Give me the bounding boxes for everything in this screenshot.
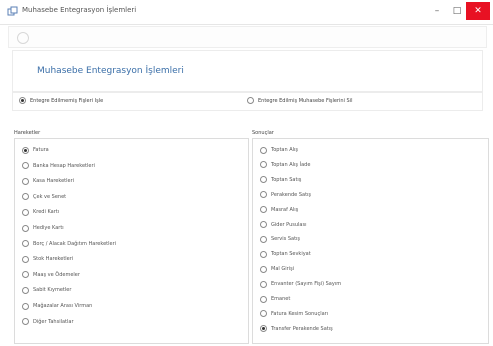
sonuclar-item[interactable]: Masraf Alış	[260, 204, 298, 216]
options-panel: Entegre Edilmemiş Fişleri Işle Entegre E…	[12, 92, 483, 111]
hareketler-item-radio[interactable]	[22, 240, 29, 248]
hareketler-item-radio[interactable]	[22, 271, 29, 279]
hareketler-item-label: Diğer Tahsilatlar	[33, 318, 74, 325]
hareketler-item[interactable]: Mağazalar Arası Virman	[22, 300, 92, 312]
hareketler-item-radio[interactable]	[22, 224, 29, 232]
sonuclar-item-label: Toptan Sevkiyat	[271, 251, 311, 258]
sonuclar-item[interactable]: Envanter (Sayım Fişi) Sayım	[260, 278, 341, 290]
hareketler-item-radio[interactable]	[22, 146, 29, 154]
hareketler-item[interactable]: Maaş ve Ödemeler	[22, 269, 80, 281]
sonuclar-item-label: Servis Satış	[271, 236, 301, 243]
hareketler-item[interactable]: Kasa Hareketleri	[22, 175, 74, 187]
sonuclar-item[interactable]: Toptan Sevkiyat	[260, 248, 311, 260]
sonuclar-item[interactable]: Fatura Kesim Sonuçları	[260, 308, 328, 320]
hareketler-item-radio[interactable]	[22, 302, 29, 310]
minimize-button[interactable]: –	[426, 2, 448, 20]
sonuclar-item[interactable]: Toptan Satış	[260, 174, 301, 186]
hareketler-list: Fatura Banka Hesap Hareketleri Kasa Hareke…	[14, 138, 249, 344]
sonuclar-item-radio[interactable]	[260, 191, 267, 199]
sonuclar-item-radio[interactable]	[260, 265, 267, 273]
sonuclar-item[interactable]: Perakende Satış	[260, 189, 311, 201]
sonuclar-item-radio[interactable]	[260, 250, 267, 258]
hareketler-item-label: Kasa Hareketleri	[33, 178, 75, 185]
hareketler-item[interactable]: Kredi Kartı	[22, 206, 59, 218]
maximize-button[interactable]: □	[446, 2, 468, 20]
sonuclar-item-label: Toptan Alış İade	[271, 161, 311, 168]
hareketler-item-label: Borç / Alacak Dağıtım Hareketleri	[33, 240, 117, 247]
hareketler-item-label: Çek ve Senet	[33, 193, 67, 200]
sonuclar-item-label: Toptan Alış	[271, 147, 299, 153]
section-label-hareketler: Hareketler	[14, 130, 41, 136]
app-icon	[7, 6, 18, 16]
hareketler-item-radio[interactable]	[22, 193, 29, 201]
toolbar	[8, 26, 487, 48]
sonuclar-item-label: Perakende Satış	[271, 191, 312, 198]
option-process-unposted[interactable]: Entegre Edilmemiş Fişleri Işle	[19, 97, 103, 104]
option-process-unposted-radio[interactable]	[19, 97, 26, 104]
sonuclar-item-radio[interactable]	[260, 146, 267, 154]
sonuclar-item[interactable]: Transfer Perakende Satış	[260, 323, 333, 335]
hareketler-item[interactable]: Stok Hareketleri	[22, 253, 73, 265]
close-button[interactable]: ✕	[466, 2, 490, 20]
sonuclar-list: Toptan Alış Toptan Alış İade Toptan Satış P…	[252, 138, 489, 344]
sonuclar-item[interactable]: Toptan Alış	[260, 144, 298, 156]
sonuclar-item-radio[interactable]	[260, 221, 267, 228]
sonuclar-item-label: Mal Girişi	[271, 266, 295, 273]
section-label-sonuclar: Sonuçlar	[252, 130, 274, 136]
sonuclar-item-label: Masraf Alış	[271, 206, 299, 213]
option-delete-posted[interactable]: Entegre Edilmiş Muhasebe Fişlerini Sil	[247, 97, 352, 104]
sonuclar-item[interactable]: Gider Pusulası	[260, 219, 306, 231]
hareketler-item-radio[interactable]	[22, 208, 29, 216]
hareketler-item[interactable]: Borç / Alacak Dağıtım Hareketleri	[22, 238, 116, 250]
hareketler-item-label: Banka Hesap Hareketleri	[33, 162, 95, 169]
option-delete-posted-radio[interactable]	[247, 97, 254, 104]
sonuclar-item[interactable]: Emanet	[260, 293, 290, 305]
refresh-icon[interactable]	[17, 32, 29, 44]
hareketler-item[interactable]: Diğer Tahsilatlar	[22, 316, 74, 328]
sonuclar-item-radio[interactable]	[260, 176, 267, 184]
option-process-unposted-label: Entegre Edilmemiş Fişleri Işle	[30, 97, 104, 104]
window-title: Muhasebe Entegrasyon İşlemleri	[22, 6, 137, 14]
sonuclar-item-label: Toptan Satış	[271, 176, 302, 183]
hareketler-item[interactable]: Çek ve Senet	[22, 191, 66, 203]
sonuclar-item-label: Transfer Perakende Satış	[271, 325, 333, 332]
hareketler-item-label: Hediye Kartı	[33, 225, 64, 231]
hareketler-item[interactable]: Banka Hesap Hareketleri	[22, 160, 95, 172]
hareketler-item[interactable]: Sabit Kıymetler	[22, 284, 71, 296]
hareketler-item-label: Kredi Kartı	[33, 209, 60, 216]
sonuclar-item-radio[interactable]	[260, 206, 267, 214]
sonuclar-item[interactable]: Servis Satış	[260, 233, 300, 245]
sonuclar-item-label: Envanter (Sayım Fişi) Sayım	[271, 281, 342, 288]
hareketler-item[interactable]: Fatura	[22, 144, 49, 156]
sonuclar-item-radio[interactable]	[260, 295, 267, 303]
hareketler-item-label: Stok Hareketleri	[33, 256, 74, 263]
sonuclar-item-radio[interactable]	[260, 280, 267, 288]
header-panel: Muhasebe Entegrasyon İşlemleri	[12, 50, 483, 92]
hareketler-item-radio[interactable]	[22, 286, 29, 294]
sonuclar-item-radio[interactable]	[260, 310, 267, 318]
hareketler-item-label: Maaş ve Ödemeler	[33, 271, 80, 278]
sonuclar-item-label: Fatura Kesim Sonuçları	[271, 310, 329, 317]
page-title: Muhasebe Entegrasyon İşlemleri	[37, 66, 184, 76]
hareketler-item-label: Sabit Kıymetler	[33, 287, 72, 294]
sonuclar-item-radio[interactable]	[260, 235, 267, 243]
sonuclar-item[interactable]: Toptan Alış İade	[260, 159, 310, 171]
sonuclar-item[interactable]: Mal Girişi	[260, 263, 294, 275]
sonuclar-item-label: Gider Pusulası	[271, 221, 307, 228]
hareketler-item-radio[interactable]	[22, 162, 29, 170]
hareketler-item[interactable]: Hediye Kartı	[22, 222, 64, 234]
hareketler-item-radio[interactable]	[22, 318, 29, 326]
hareketler-item-radio[interactable]	[22, 177, 29, 185]
hareketler-item-label: Fatura	[33, 147, 49, 153]
title-bar: Muhasebe Entegrasyon İşlemleri – □ ✕	[0, 0, 493, 25]
hareketler-item-label: Mağazalar Arası Virman	[33, 303, 93, 309]
sonuclar-item-radio[interactable]	[260, 161, 267, 169]
hareketler-item-radio[interactable]	[22, 255, 29, 263]
sonuclar-item-label: Emanet	[271, 296, 291, 302]
sonuclar-item-radio[interactable]	[260, 325, 267, 333]
option-delete-posted-label: Entegre Edilmiş Muhasebe Fişlerini Sil	[258, 97, 353, 104]
